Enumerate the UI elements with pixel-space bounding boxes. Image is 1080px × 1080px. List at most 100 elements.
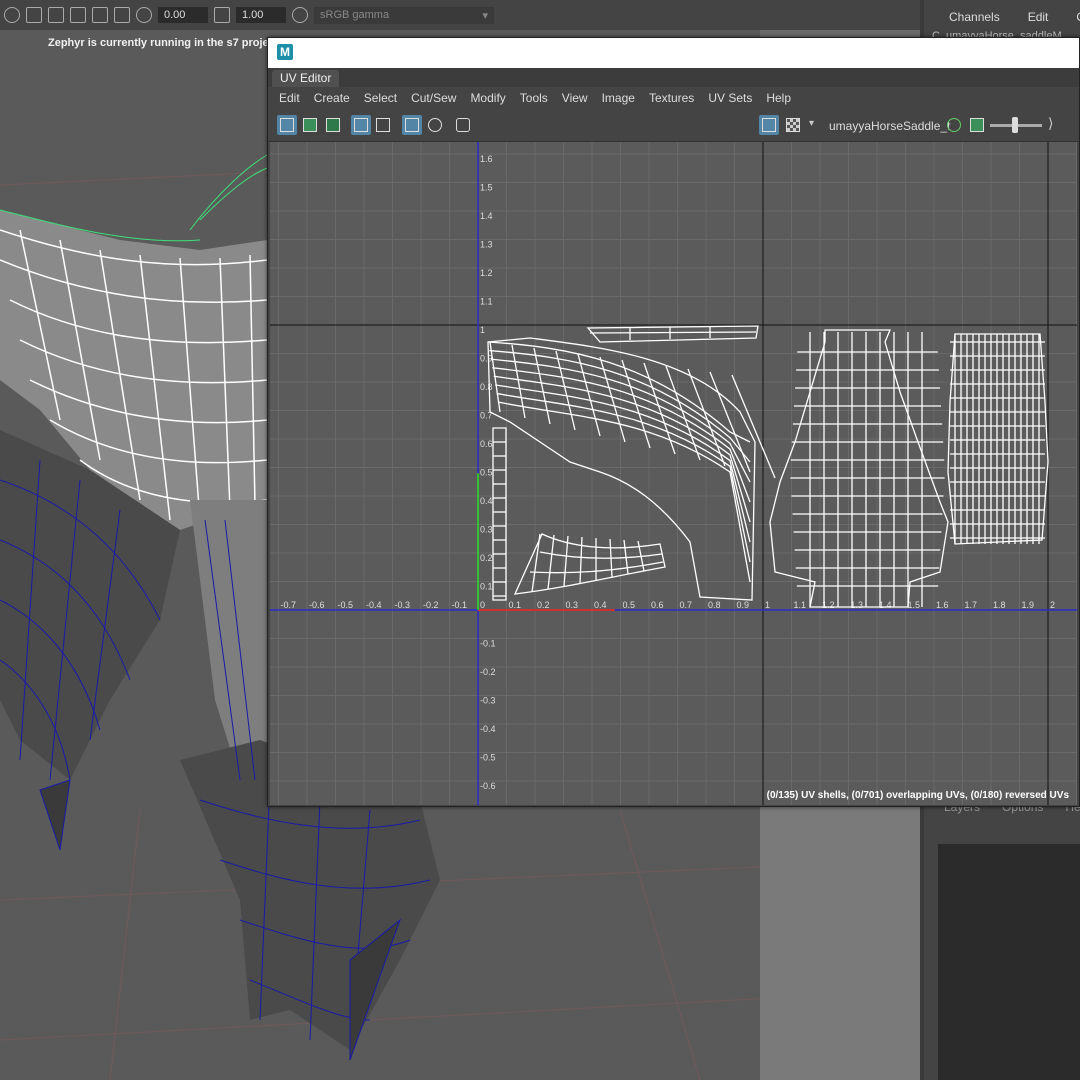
u-tick-label: 0.9 <box>737 600 750 610</box>
menu-select[interactable]: Select <box>357 91 404 105</box>
v-tick-label: 1.1 <box>480 297 493 307</box>
menu-channels[interactable]: Channels <box>942 10 1007 24</box>
menu-cut-sew[interactable]: Cut/Sew <box>404 91 463 105</box>
uv-shell-saddle-edge <box>493 375 751 523</box>
exposure-field[interactable]: 0.00 <box>158 7 208 23</box>
menu-modify[interactable]: Modify <box>463 91 512 105</box>
v-tick-label: 0.3 <box>480 525 493 535</box>
u-tick-label: 1.4 <box>879 600 892 610</box>
uv-shell-saddle-edge <box>621 359 651 449</box>
uv-shell-seat <box>769 329 949 608</box>
exposure-slider-handle[interactable] <box>1012 117 1018 133</box>
expand-icon[interactable]: ⟩ <box>1048 115 1053 132</box>
menu-edit[interactable]: Edit <box>272 91 307 105</box>
uv-shading-button[interactable] <box>323 115 343 135</box>
gamma-field[interactable]: 1.00 <box>236 7 286 23</box>
color-management-icon[interactable] <box>292 7 308 23</box>
copy-icon[interactable] <box>92 7 108 23</box>
uv-shell-saddle-edge <box>577 353 601 437</box>
lasso-icon[interactable] <box>26 7 42 23</box>
uv-shell-curved-strip-edge <box>531 533 541 593</box>
menu-create[interactable]: Create <box>307 91 357 105</box>
u-tick-label: 0.6 <box>651 600 664 610</box>
menu-object[interactable]: Object <box>1069 10 1080 24</box>
snap-icon <box>428 118 442 132</box>
menu-image[interactable]: Image <box>595 91 642 105</box>
grid-icon <box>280 118 294 132</box>
u-tick-label: 1.9 <box>1022 600 1035 610</box>
u-tick-label: 1 <box>765 600 770 610</box>
texture-name[interactable]: umayyaHorseSaddle_t <box>829 119 950 133</box>
v-tick-label: 1.4 <box>480 211 493 221</box>
uv-snapshot-button[interactable] <box>453 115 473 135</box>
uv-shell-saddle-edge <box>489 349 751 463</box>
layer-list[interactable] <box>938 844 1080 1080</box>
v-tick-label: -0.6 <box>480 781 496 791</box>
v-tick-label: 0.2 <box>480 553 493 563</box>
tab-uv-editor[interactable]: UV Editor <box>272 70 340 87</box>
uv-shell-view-button[interactable] <box>277 115 297 135</box>
window-titlebar[interactable]: M <box>268 38 1079 68</box>
camera-icon <box>456 118 470 132</box>
rgb-channel-button[interactable] <box>944 115 964 135</box>
menu-tools[interactable]: Tools <box>513 91 555 105</box>
uv-edges-button[interactable] <box>373 115 393 135</box>
resize-icon[interactable] <box>114 7 130 23</box>
u-tick-label: 1.5 <box>908 600 921 610</box>
uv-editor-window: M UV Editor Edit Create Select Cut/Sew M… <box>267 37 1080 807</box>
u-tick-label: 0 <box>480 600 485 610</box>
v-tick-label: 0.8 <box>480 382 493 392</box>
checker-icon <box>786 118 800 132</box>
uv-shell-curved-strip-edge <box>563 535 569 587</box>
menu-uv-sets[interactable]: UV Sets <box>701 91 759 105</box>
uv-border-button[interactable] <box>351 115 371 135</box>
uv-shell-curved-strip-edge <box>547 534 555 590</box>
u-tick-label: 1.6 <box>936 600 949 610</box>
v-tick-label: 0.4 <box>480 496 493 506</box>
u-tick-label: 0.4 <box>594 600 607 610</box>
uv-shell-vertical-strip <box>492 427 507 601</box>
uv-menu-bar: Edit Create Select Cut/Sew Modify Tools … <box>268 87 1079 108</box>
uv-shell-curved-strip-edge <box>579 536 583 584</box>
u-tick-label: 1.7 <box>965 600 978 610</box>
color-space-dropdown[interactable]: sRGB gamma ▾ <box>314 6 494 24</box>
uv-snap-button[interactable] <box>425 115 445 135</box>
uv-shell-saddle-edge <box>731 374 776 479</box>
checker-button[interactable] <box>783 115 803 135</box>
v-tick-label: -0.1 <box>480 639 496 649</box>
paint-icon[interactable] <box>48 7 64 23</box>
menu-textures[interactable]: Textures <box>642 91 701 105</box>
menu-edit[interactable]: Edit <box>1021 10 1056 24</box>
menu-help[interactable]: Help <box>759 91 798 105</box>
hud-message: Zephyr is currently running in the s7 pr… <box>48 37 279 49</box>
select-tool-icon[interactable] <box>4 7 20 23</box>
uv-shell-strip <box>586 325 759 343</box>
uv-tab-bar: UV Editor <box>268 68 1079 87</box>
uv-canvas[interactable]: -0.7 -0.6 -0.5 -0.4 -0.3 -0.2 -0.1 0 0.1 0.2 0.3 0.… <box>270 142 1077 805</box>
u-tick-label: 0.7 <box>680 600 693 610</box>
v-tick-label: 1.5 <box>480 183 493 193</box>
v-tick-label: 1.6 <box>480 154 493 164</box>
menu-view[interactable]: View <box>555 91 595 105</box>
v-tick-label: 0.5 <box>480 468 493 478</box>
shading-icon <box>326 118 340 132</box>
chevron-down-icon[interactable]: ▾ <box>809 118 814 129</box>
v-tick-label: -0.4 <box>480 724 496 734</box>
v-tick-label: -0.3 <box>480 696 496 706</box>
image-display-button[interactable] <box>967 115 987 135</box>
uv-shell-strip-edge <box>589 331 757 334</box>
color-space-value: sRGB gamma <box>320 8 390 21</box>
distortion-icon <box>303 118 317 132</box>
u-tick-label: 1.8 <box>993 600 1006 610</box>
uv-distortion-button[interactable] <box>300 115 320 135</box>
u-tick-label: -0.7 <box>281 600 297 610</box>
uv-grid-button[interactable] <box>402 115 422 135</box>
uv-toolbar: ▾ umayyaHorseSaddle_t ⟩ <box>268 108 1079 142</box>
v-tick-label: 0.6 <box>480 439 493 449</box>
snap-icon[interactable] <box>70 7 86 23</box>
image-toggle-button[interactable] <box>759 115 779 135</box>
v-tick-label: -0.5 <box>480 753 496 763</box>
gamma-icon[interactable] <box>214 7 230 23</box>
v-tick-label: 0.9 <box>480 354 493 364</box>
exposure-icon[interactable] <box>136 7 152 23</box>
